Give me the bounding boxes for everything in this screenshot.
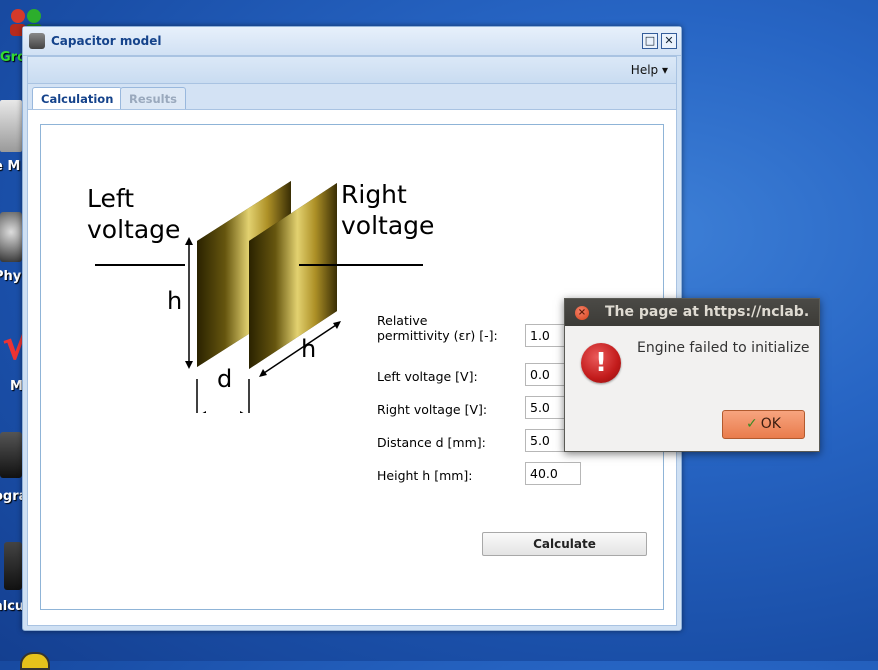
window-titlebar[interactable]: Capacitor model □ ✕ [23,27,681,56]
right-voltage-label: Right voltage [341,180,435,240]
app-icon [29,33,45,49]
tab-bar: Calculation Results [27,83,677,110]
calculator-icon [4,542,22,590]
help-menu[interactable]: Help ▾ [631,63,668,77]
dialog-titlebar[interactable]: × The page at https://nclab. [565,299,819,326]
distance-field-label: Distance d [mm]: [377,435,486,450]
capacitor-diagram: Left voltage Right voltage h h d [87,153,447,425]
maximize-button[interactable]: □ [642,33,658,49]
desktop-icon-label: M [10,379,23,394]
height-label-left: h [167,287,183,315]
height-label-diagonal: h [301,335,317,363]
right-voltage-field-label: Right voltage [V]: [377,402,488,417]
tab-calculation[interactable]: Calculation [32,87,123,110]
ok-label: OK [760,416,781,432]
tab-results[interactable]: Results [120,87,186,110]
window-title: Capacitor model [51,34,162,48]
left-voltage-label: Left voltage [87,184,181,244]
distance-label: d [217,365,233,393]
height-field-label: Height h [mm]: [377,468,473,483]
desktop-icon-label: alcu [0,599,25,614]
left-voltage-field-label: Left voltage [V]: [377,369,478,384]
close-button[interactable]: ✕ [661,33,677,49]
alert-dialog: × The page at https://nclab. ! Engine fa… [564,298,820,452]
desktop-icon-label: Phy [0,269,22,284]
permittivity-label: Relative permittivity (εr) [-]: [377,313,498,343]
ok-button[interactable]: ✓ OK [722,410,805,439]
terminal-icon [0,432,22,478]
dialog-close-icon[interactable]: × [575,306,589,320]
desktop-icon-label: e M [0,159,21,174]
menubar: Help ▾ [27,56,677,84]
error-icon: ! [581,343,621,383]
calculate-button[interactable]: Calculate [482,532,647,556]
checkmark-icon: ✓ [746,416,758,432]
dialog-message: Engine failed to initialize [637,340,810,356]
einstein-icon [0,212,22,262]
taskbar-lock-icon[interactable] [20,652,50,670]
dialog-title: The page at https://nclab. [605,304,810,320]
machine-icon [0,100,22,152]
height-input[interactable]: 40.0 [525,462,581,485]
